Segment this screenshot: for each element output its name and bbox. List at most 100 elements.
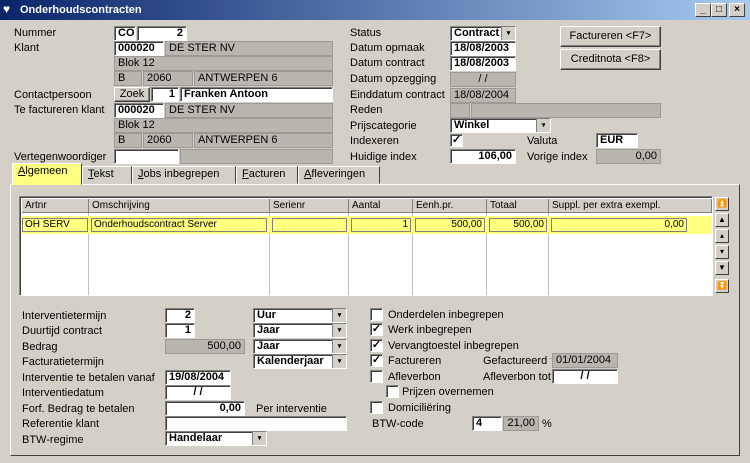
articles-grid[interactable]: Artnr Omschrijving Serienr Aantal Eenh.p… <box>19 196 713 296</box>
cell-totaal[interactable]: 500,00 <box>489 218 547 232</box>
status-value: Contract <box>454 27 500 39</box>
factureren-button[interactable]: Factureren <F7> <box>560 26 661 47</box>
chevron-down-icon[interactable]: ▾ <box>501 27 515 40</box>
cell-suppl[interactable]: 0,00 <box>551 218 687 232</box>
nummer-field[interactable]: 2 <box>137 26 187 41</box>
tfk-country-field: B <box>114 133 142 148</box>
tab-afleveringen[interactable]: Afleveringen <box>298 166 380 184</box>
bedrag-field: 500,00 <box>165 339 245 354</box>
bedrag-label: Bedrag <box>22 341 58 353</box>
klant-city-field: ANTWERPEN 6 <box>194 71 333 86</box>
btw-label: BTW-regime <box>22 434 84 446</box>
duurtijd-unit-select[interactable]: Jaar ▾ <box>253 323 347 338</box>
nummer-prefix-field[interactable]: CO <box>114 26 136 41</box>
factuurtermijn-select[interactable]: Kalenderjaar ▾ <box>253 354 347 369</box>
contact-name-field[interactable]: Franken Antoon <box>180 87 333 102</box>
contract-date-field[interactable]: 18/08/2003 <box>450 56 516 71</box>
klant-code-field[interactable]: 000020 <box>114 41 164 56</box>
onderdelen-label: Onderdelen inbegrepen <box>388 309 504 321</box>
prijzen-checkbox[interactable] <box>386 385 399 398</box>
chevron-down-icon[interactable]: ▾ <box>332 340 346 353</box>
grid-header-serienr[interactable]: Serienr <box>270 199 349 213</box>
contact-search-button[interactable]: Zoek <box>114 87 150 102</box>
werk-checkbox[interactable]: ✓ <box>370 323 383 336</box>
status-select[interactable]: Contract ▾ <box>450 26 516 41</box>
chevron-down-icon[interactable]: ▾ <box>536 119 550 132</box>
opmaak-field[interactable]: 18/08/2003 <box>450 41 516 56</box>
klant-country-field: B <box>114 71 142 86</box>
klant-name-field: DE STER NV <box>165 41 333 56</box>
rep-code-field[interactable] <box>114 149 179 164</box>
cell-serienr[interactable] <box>272 218 347 232</box>
tab-facturen[interactable]: Facturen <box>236 166 298 184</box>
creditnota-button[interactable]: Creditnota <F8> <box>560 49 661 70</box>
status-label: Status <box>350 27 382 39</box>
grid-header-eenhpr[interactable]: Eenh.pr. <box>413 199 487 213</box>
factureren-checkbox[interactable]: ✓ <box>370 354 383 367</box>
prev-record-icon[interactable]: ▴ <box>715 229 729 243</box>
tfk-code-field[interactable]: 000020 <box>114 103 164 118</box>
grid-header-omschrijving[interactable]: Omschrijving <box>89 199 270 213</box>
cell-artnr[interactable]: OH SERV <box>22 218 88 232</box>
ref-field[interactable] <box>165 416 347 431</box>
prijscat-value: Winkel <box>454 119 490 131</box>
domicil-label: Domiciliëring <box>388 402 451 414</box>
interventietermijn-field[interactable]: 2 <box>165 308 195 323</box>
index-field[interactable]: 106,00 <box>450 149 516 164</box>
maximize-button[interactable]: □ <box>711 3 727 17</box>
cell-eenhpr[interactable]: 500,00 <box>415 218 485 232</box>
opzegging-label: Datum opzegging <box>350 73 437 85</box>
chevron-down-icon[interactable]: ▾ <box>332 324 346 337</box>
first-record-icon[interactable]: ⏫ <box>715 197 729 211</box>
reden-label: Reden <box>350 104 383 116</box>
next-record-icon[interactable]: ▾ <box>715 245 729 259</box>
interventiedatum-label: Interventiedatum <box>22 387 104 399</box>
grid-header-artnr[interactable]: Artnr <box>22 199 89 213</box>
page-up-icon[interactable]: ▲ <box>715 213 729 227</box>
cell-omschrijving[interactable]: Onderhoudscontract Server <box>91 218 267 232</box>
interventietermijn-unit-select[interactable]: Uur ▾ <box>253 308 347 323</box>
tab-jobs-inbegrepen[interactable]: Jobs inbegrepen <box>132 166 236 184</box>
indexeren-checkbox[interactable]: ✓ <box>450 134 463 147</box>
tab-tekst[interactable]: Tekst <box>82 166 132 184</box>
vervang-checkbox[interactable]: ✓ <box>370 339 383 352</box>
table-row[interactable]: OH SERV Onderhoudscontract Server 1 500,… <box>22 216 712 234</box>
minimize-button[interactable]: _ <box>695 3 711 17</box>
cell-aantal[interactable]: 1 <box>351 218 411 232</box>
nummer-label: Nummer <box>14 27 57 39</box>
contact-nr-field[interactable]: 1 <box>151 87 179 102</box>
klant-street-field: Blok 12 <box>114 56 333 71</box>
grid-header-suppl[interactable]: Suppl. per extra exempl. <box>549 199 712 213</box>
duurtijd-field[interactable]: 1 <box>165 323 195 338</box>
domicil-checkbox[interactable] <box>370 401 383 414</box>
grid-header-totaal[interactable]: Totaal <box>487 199 549 213</box>
onderdelen-checkbox[interactable] <box>370 308 383 321</box>
opmaak-label: Datum opmaak <box>350 42 425 54</box>
close-button[interactable]: × <box>729 3 745 17</box>
bedrag-unit-value: Jaar <box>257 340 280 352</box>
prijscat-select[interactable]: Winkel ▾ <box>450 118 551 133</box>
factuurtermijn-label: Facturatietermijn <box>22 356 104 368</box>
afleverbon-checkbox[interactable] <box>370 370 383 383</box>
afleverbon-tot-field[interactable]: / / <box>552 369 618 384</box>
tab-algemeen[interactable]: Algemeen <box>12 163 82 185</box>
bedrag-unit-select[interactable]: Jaar ▾ <box>253 339 347 354</box>
page-down-icon[interactable]: ▼ <box>715 261 729 275</box>
indexeren-label: Indexeren <box>350 135 399 147</box>
grid-header-aantal[interactable]: Aantal <box>349 199 413 213</box>
valuta-field[interactable]: EUR <box>596 133 638 148</box>
chevron-down-icon[interactable]: ▾ <box>332 309 346 322</box>
chevron-down-icon[interactable]: ▾ <box>252 432 266 445</box>
tfk-street-field: Blok 12 <box>114 118 333 133</box>
gefactureerd-label: Gefactureerd t <box>483 355 551 367</box>
forf-field[interactable]: 0,00 <box>165 401 245 416</box>
vanaf-field[interactable]: 19/08/2004 <box>165 370 231 385</box>
btwcode-field[interactable]: 4 <box>472 416 502 431</box>
tfk-name-field: DE STER NV <box>165 103 333 118</box>
window-title: Onderhoudscontracten <box>20 4 142 16</box>
last-record-icon[interactable]: ⏬ <box>715 279 729 293</box>
chevron-down-icon[interactable]: ▾ <box>332 355 346 368</box>
interventiedatum-field[interactable]: / / <box>165 385 231 400</box>
btw-select[interactable]: Handelaar ▾ <box>165 431 267 446</box>
opzegging-field: / / <box>450 72 516 87</box>
